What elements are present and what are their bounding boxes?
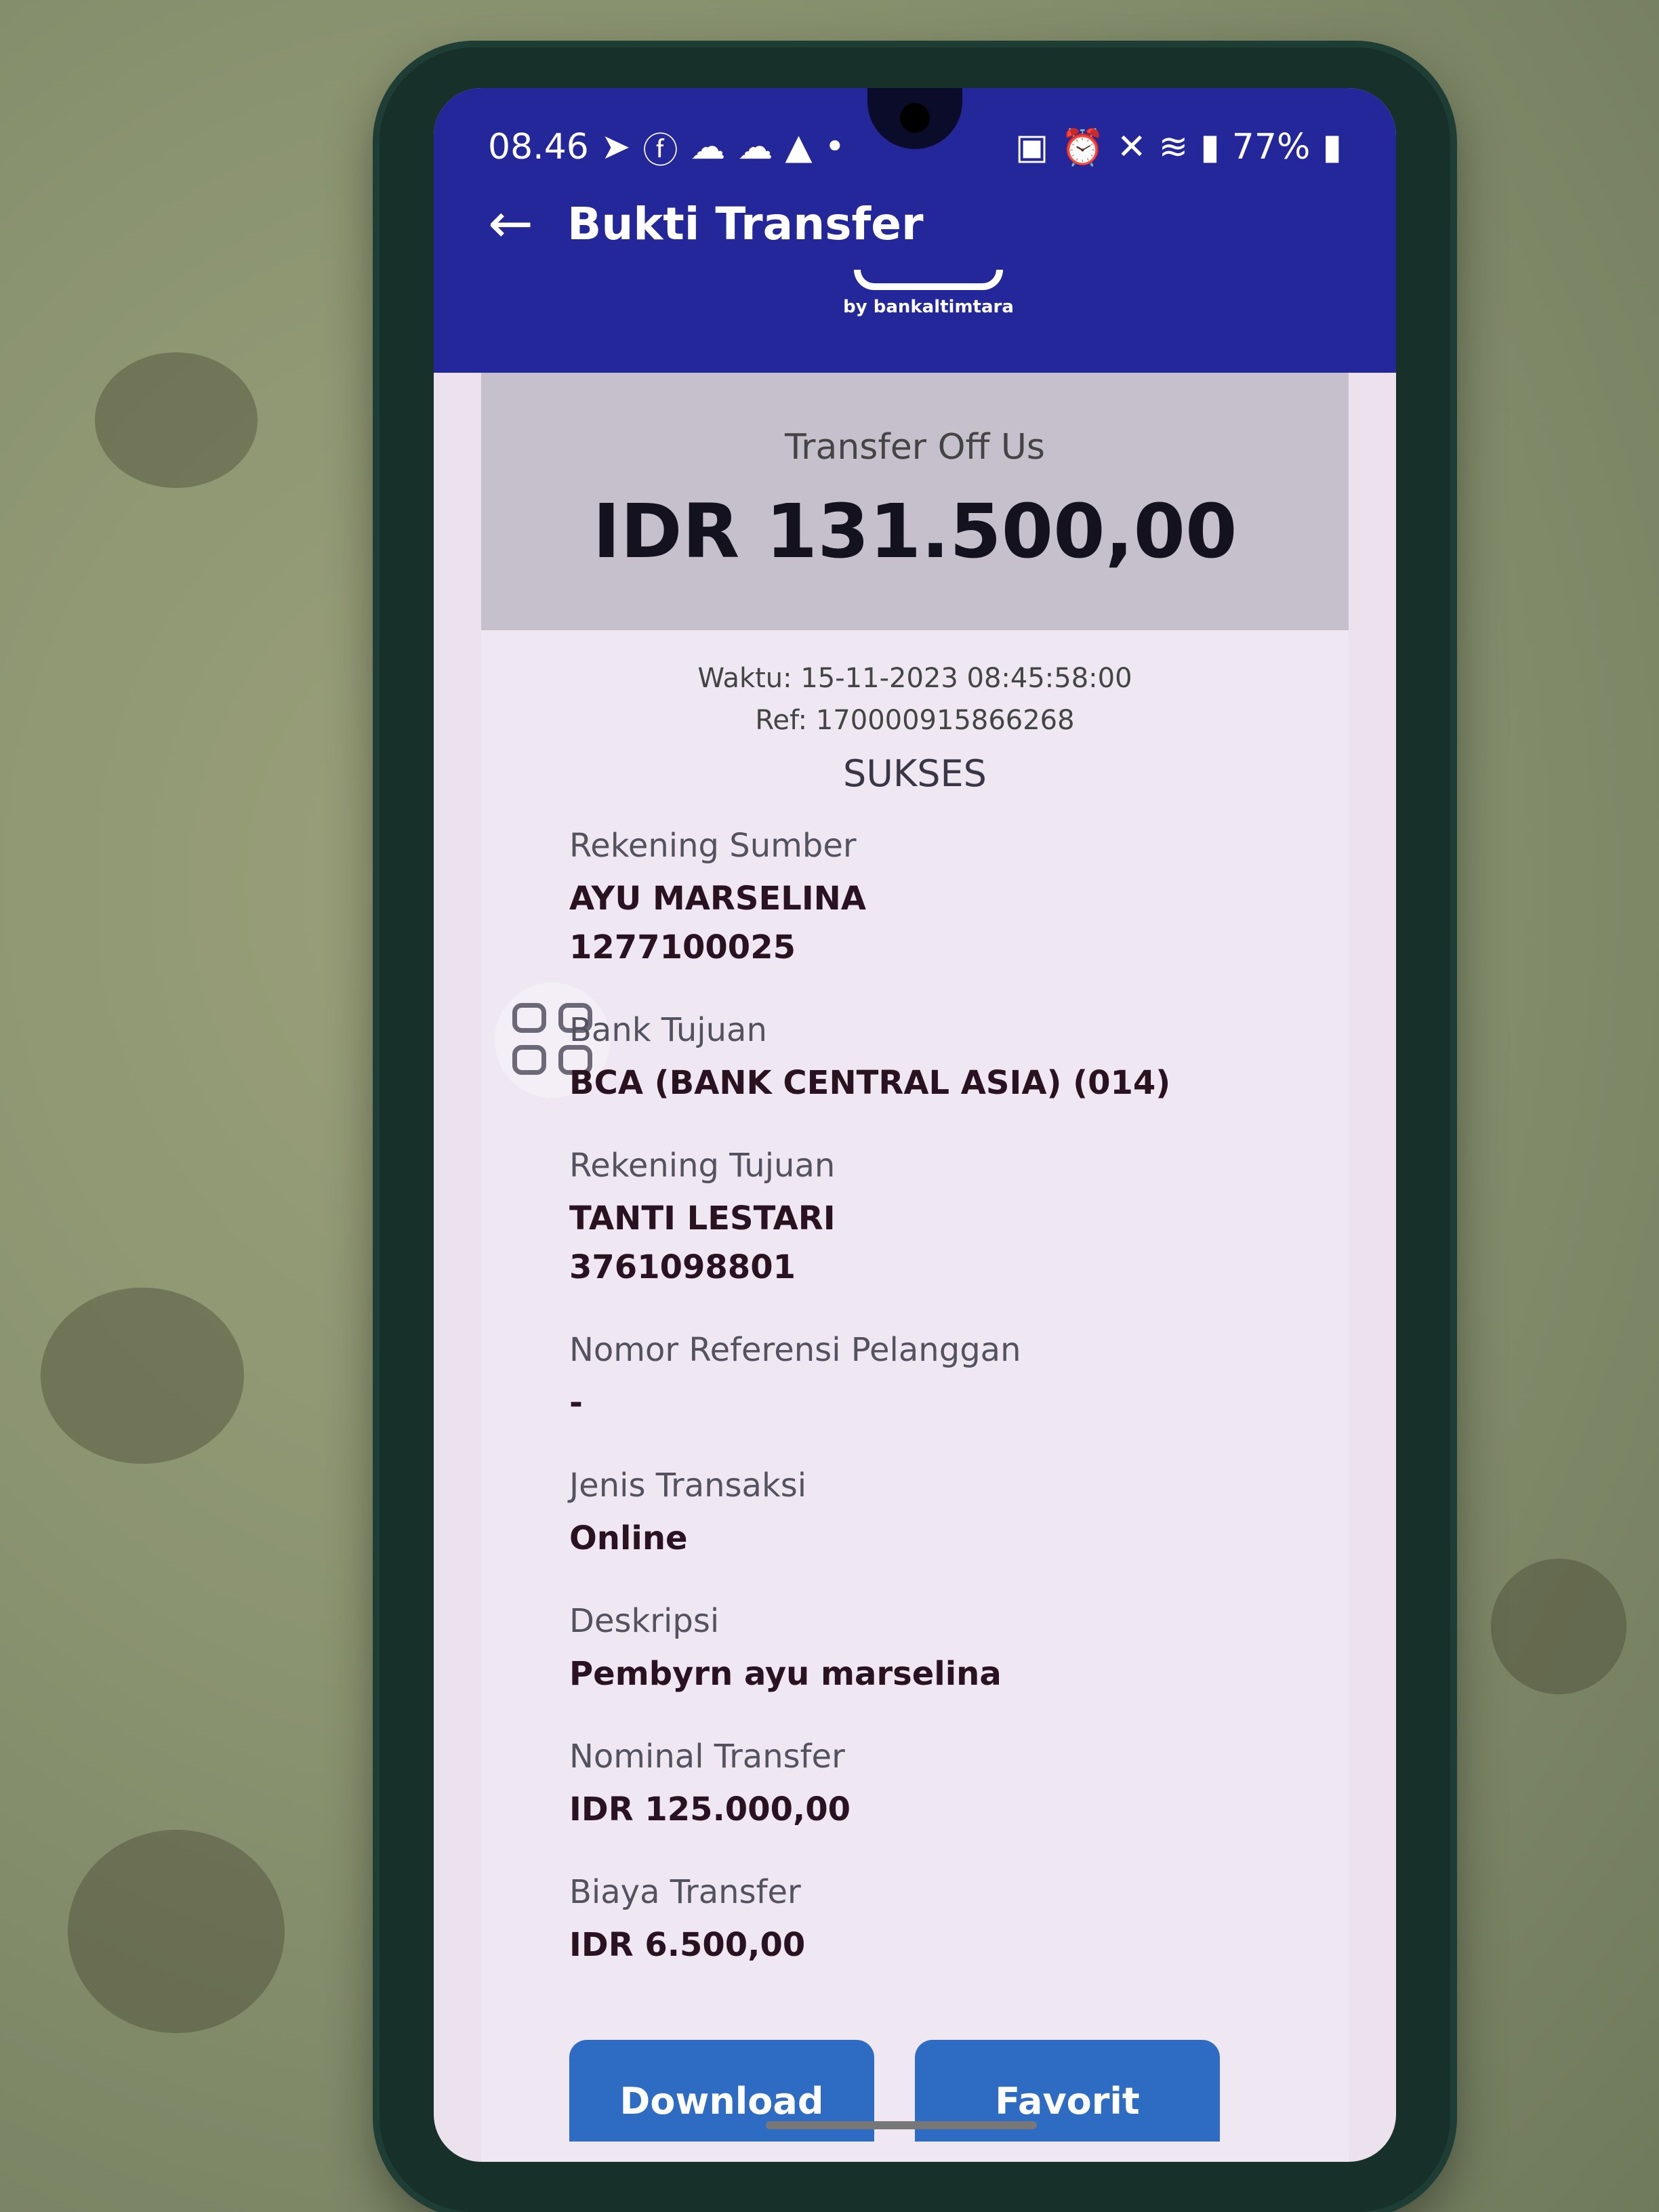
receipt-card: Transfer Off Us IDR 131.500,00 Waktu: 15… (481, 373, 1349, 2162)
field-value: 3761098801 (569, 1248, 796, 1286)
field-label: Jenis Transaksi (569, 1467, 807, 1504)
status-text: SUKSES (843, 752, 987, 795)
title-bar: ← Bukti Transfer (488, 197, 924, 251)
field-fee: Biaya Transfer IDR 6.500,00 (569, 1873, 1274, 1969)
home-indicator[interactable] (766, 2121, 1037, 2129)
field-destination-bank: Bank Tujuan BCA (BANK CENTRAL ASIA) (014… (569, 1011, 1274, 1107)
field-label: Nominal Transfer (569, 1738, 845, 1776)
alarm-icon: ⏰ (1061, 127, 1105, 168)
field-label: Rekening Sumber (569, 827, 857, 865)
page-title: Bukti Transfer (567, 197, 924, 250)
field-value: IDR 6.500,00 (569, 1926, 806, 1964)
field-value: Pembyrn ayu marselina (569, 1655, 1002, 1693)
total-amount: IDR 131.500,00 (592, 488, 1237, 575)
fabric-pattern (68, 1830, 285, 2033)
field-value: Online (569, 1519, 688, 1557)
field-label: Bank Tujuan (569, 1011, 767, 1049)
logo-text: by bankaltimtara (843, 297, 1014, 317)
detail-list: Rekening Sumber AYU MARSELINA 1277100025… (569, 827, 1274, 2009)
back-arrow-icon[interactable]: ← (488, 197, 533, 251)
warning-icon: ▲ (785, 127, 813, 167)
fabric-pattern (95, 352, 258, 488)
field-destination-account: Rekening Tujuan TANTI LESTARI 3761098801 (569, 1147, 1274, 1292)
battery-level: 77% (1231, 127, 1311, 167)
grid-icon (512, 1003, 546, 1033)
phone-screen: 08.46 ➤ ⓕ ☁ ☁ ▲ • ▣ ⏰ ✕ ≋ ▮ 77% ▮ ← Bukt… (434, 88, 1396, 2162)
mute-icon: ✕ (1117, 127, 1147, 167)
field-value: BCA (BANK CENTRAL ASIA) (014) (569, 1064, 1171, 1102)
wifi-icon: ≋ (1158, 127, 1189, 167)
field-value: AYU MARSELINA (569, 880, 866, 918)
field-nominal: Nominal Transfer IDR 125.000,00 (569, 1738, 1274, 1834)
field-source-account: Rekening Sumber AYU MARSELINA 1277100025 (569, 827, 1274, 972)
field-value: TANTI LESTARI (569, 1200, 836, 1237)
transaction-type: Transfer Off Us (784, 427, 1046, 468)
dot-icon: • (824, 127, 846, 167)
field-description: Deskripsi Pembyrn ayu marselina (569, 1602, 1274, 1698)
bank-logo: by bankaltimtara (834, 270, 1023, 317)
transaction-meta: Waktu: 15-11-2023 08:45:58:00 Ref: 17000… (481, 657, 1349, 741)
status-bar: 08.46 ➤ ⓕ ☁ ☁ ▲ • ▣ ⏰ ✕ ≋ ▮ 77% ▮ (488, 117, 1342, 178)
grid-icon (512, 1045, 546, 1075)
field-value: - (569, 1384, 583, 1422)
field-customer-reference: Nomor Referensi Pelanggan - (569, 1331, 1274, 1427)
fabric-pattern (1491, 1559, 1626, 1694)
field-label: Deskripsi (569, 1602, 720, 1640)
field-value: 1277100025 (569, 928, 796, 966)
field-value: IDR 125.000,00 (569, 1790, 851, 1828)
cloud-icon: ☁ (690, 127, 726, 167)
facebook-icon: ⓕ (642, 130, 678, 171)
field-label: Rekening Tujuan (569, 1147, 836, 1185)
cloud-icon: ☁ (737, 127, 773, 167)
clock: 08.46 (488, 127, 589, 167)
logo-mark-icon (854, 270, 1003, 290)
app-header: 08.46 ➤ ⓕ ☁ ☁ ▲ • ▣ ⏰ ✕ ≋ ▮ 77% ▮ ← Bukt… (434, 88, 1396, 373)
signal-icon: ▮ (1200, 127, 1220, 167)
telegram-icon: ➤ (600, 127, 631, 167)
field-label: Biaya Transfer (569, 1873, 801, 1911)
battery-saver-icon: ▣ (1015, 127, 1049, 167)
field-label: Nomor Referensi Pelanggan (569, 1331, 1021, 1369)
transaction-time: Waktu: 15-11-2023 08:45:58:00 (697, 663, 1132, 694)
battery-icon: ▮ (1322, 127, 1342, 167)
field-transaction-type: Jenis Transaksi Online (569, 1467, 1274, 1563)
fabric-pattern (41, 1288, 244, 1464)
amount-summary: Transfer Off Us IDR 131.500,00 (481, 373, 1349, 630)
transaction-ref: Ref: 170000915866268 (755, 705, 1075, 736)
